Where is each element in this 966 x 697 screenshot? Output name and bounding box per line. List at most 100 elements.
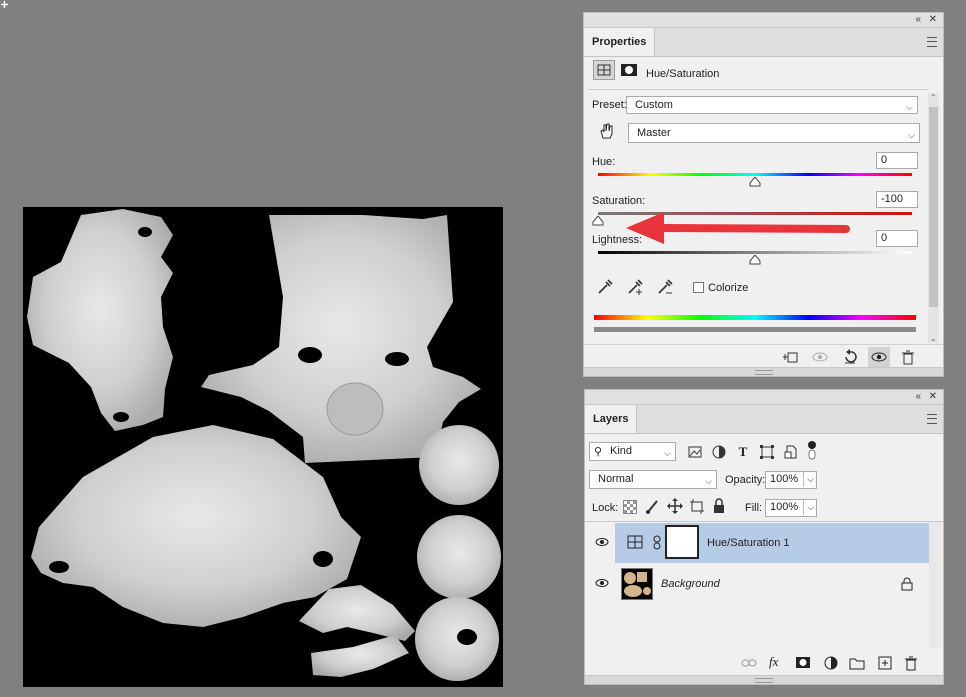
layer-row-hue-saturation[interactable]: Hue/Saturation 1: [615, 523, 929, 563]
close-icon[interactable]: ✕: [929, 13, 937, 27]
adjustment-layer-icon: [627, 534, 643, 550]
tab-properties[interactable]: Properties: [584, 28, 656, 56]
layers-tabrow: Layers: [585, 405, 943, 434]
channel-dropdown[interactable]: Master ⌵: [628, 123, 920, 143]
collapse-icon[interactable]: «: [915, 390, 921, 404]
trash-icon[interactable]: [900, 349, 916, 365]
chevron-down-icon[interactable]: ⌵: [803, 472, 814, 487]
layer-visibility-eye-icon[interactable]: [593, 576, 611, 590]
texture-image: [27, 209, 501, 681]
input-spectrum-bar: [594, 315, 916, 320]
eyedropper-add-icon[interactable]: [626, 278, 644, 296]
layer-row-background[interactable]: Background: [615, 564, 929, 604]
fill-label: Fill:: [745, 502, 763, 514]
link-chain-icon[interactable]: [653, 535, 661, 551]
lightness-slider-thumb[interactable]: [749, 255, 761, 265]
layer-name[interactable]: Background: [661, 578, 720, 590]
filter-shape-icon[interactable]: [759, 444, 775, 460]
properties-panel-topbar: « ✕: [584, 13, 943, 28]
properties-tabrow: Properties: [584, 28, 943, 57]
filter-adjustment-icon[interactable]: [711, 444, 727, 460]
properties-statusbar: [584, 367, 943, 376]
preset-label: Preset:: [592, 99, 627, 111]
lock-brush-icon[interactable]: [645, 498, 661, 514]
targeted-adjustment-hand-icon[interactable]: [596, 121, 616, 141]
preset-dropdown[interactable]: Custom ⌵: [626, 96, 918, 114]
blend-mode-dropdown[interactable]: Normal ⌵: [589, 470, 717, 489]
properties-panel: « ✕ Properties Hue/Saturation ⌃ ⌄ Preset…: [583, 12, 944, 377]
clip-to-layer-icon[interactable]: [782, 349, 798, 365]
header-divider: [588, 89, 928, 90]
new-layer-icon[interactable]: [877, 655, 893, 671]
red-arrow-annotation: [626, 212, 850, 244]
layers-scrollbar[interactable]: [929, 522, 941, 648]
filter-kind-dropdown[interactable]: ⚲ Kind ⌵: [589, 442, 676, 461]
close-icon[interactable]: ✕: [929, 390, 937, 404]
tab-layers[interactable]: Layers: [585, 405, 638, 433]
colorize-checkbox[interactable]: [693, 282, 704, 293]
panel-menu-icon[interactable]: [927, 414, 937, 424]
preset-value: Custom: [635, 99, 673, 111]
lock-label: Lock:: [592, 502, 619, 514]
layers-footer: fx: [585, 652, 943, 674]
fx-icon[interactable]: fx: [769, 655, 785, 671]
filter-kind-value: Kind: [610, 445, 633, 457]
eyedropper-icon[interactable]: [596, 278, 614, 296]
layers-panel-topbar: « ✕: [585, 390, 943, 405]
mask-icon[interactable]: [795, 655, 811, 671]
link-icon[interactable]: [741, 655, 757, 671]
layers-list: Hue/Saturation 1 Background: [585, 522, 943, 648]
filter-type-icon[interactable]: T: [735, 444, 751, 460]
opacity-value: 100%: [770, 473, 799, 485]
mask-icon[interactable]: [620, 63, 638, 77]
reset-icon[interactable]: [842, 349, 858, 365]
adjustment-icon[interactable]: [593, 60, 615, 80]
colorize-label: Colorize: [708, 282, 749, 294]
chevron-down-icon: ⌵: [908, 130, 915, 140]
eyedropper-subtract-icon[interactable]: [656, 278, 674, 296]
properties-scrollbar[interactable]: ⌃ ⌄: [928, 93, 939, 343]
lock-artboard-icon[interactable]: [689, 498, 705, 514]
opacity-label: Opacity:: [725, 474, 766, 486]
lightness-slider-track[interactable]: [598, 251, 912, 254]
lock-all-icon[interactable]: [711, 498, 727, 514]
saturation-input[interactable]: -100: [876, 191, 918, 208]
chevron-down-icon[interactable]: ⌵: [803, 500, 814, 515]
hue-slider-thumb[interactable]: [749, 177, 761, 187]
lock-position-icon[interactable]: [667, 498, 683, 514]
scroll-thumb[interactable]: [929, 107, 938, 307]
scroll-up-icon[interactable]: ⌃: [930, 93, 937, 102]
chevron-down-icon: ⌵: [906, 102, 913, 112]
trash-icon[interactable]: [903, 655, 919, 671]
visibility-icon[interactable]: [868, 347, 890, 367]
fill-input[interactable]: 100% ⌵: [765, 499, 817, 517]
lock-transparent-icon[interactable]: [623, 500, 637, 514]
properties-footer: [584, 344, 943, 369]
saturation-label: Saturation:: [592, 195, 646, 207]
filter-toggle-icon[interactable]: [807, 440, 817, 460]
hue-input[interactable]: 0: [876, 152, 918, 169]
chevron-down-icon: ⌵: [664, 448, 671, 458]
folder-icon[interactable]: [849, 655, 865, 671]
adjustment-name: Hue/Saturation: [646, 68, 720, 80]
filter-smart-object-icon[interactable]: [783, 444, 799, 460]
background-thumbnail[interactable]: [621, 568, 653, 600]
document-canvas[interactable]: [23, 207, 503, 687]
view-previous-icon[interactable]: [812, 349, 828, 365]
channel-value: Master: [637, 127, 671, 139]
adjustment-icon[interactable]: [823, 655, 839, 671]
hue-slider-track[interactable]: [598, 173, 912, 176]
filter-pixel-icon[interactable]: [687, 444, 703, 460]
layer-mask-thumbnail[interactable]: [665, 525, 699, 559]
blend-mode-value: Normal: [598, 473, 634, 485]
lock-icon: [901, 577, 913, 591]
opacity-input[interactable]: 100% ⌵: [765, 471, 817, 489]
scroll-down-icon[interactable]: ⌄: [930, 334, 937, 343]
collapse-icon[interactable]: «: [915, 13, 921, 27]
layer-name[interactable]: Hue/Saturation 1: [707, 537, 790, 549]
panel-menu-icon[interactable]: [927, 37, 937, 47]
layer-visibility-eye-icon[interactable]: [593, 535, 611, 549]
output-spectrum-bar: [594, 327, 916, 332]
saturation-slider-thumb[interactable]: [592, 216, 604, 226]
lightness-input[interactable]: 0: [876, 230, 918, 247]
